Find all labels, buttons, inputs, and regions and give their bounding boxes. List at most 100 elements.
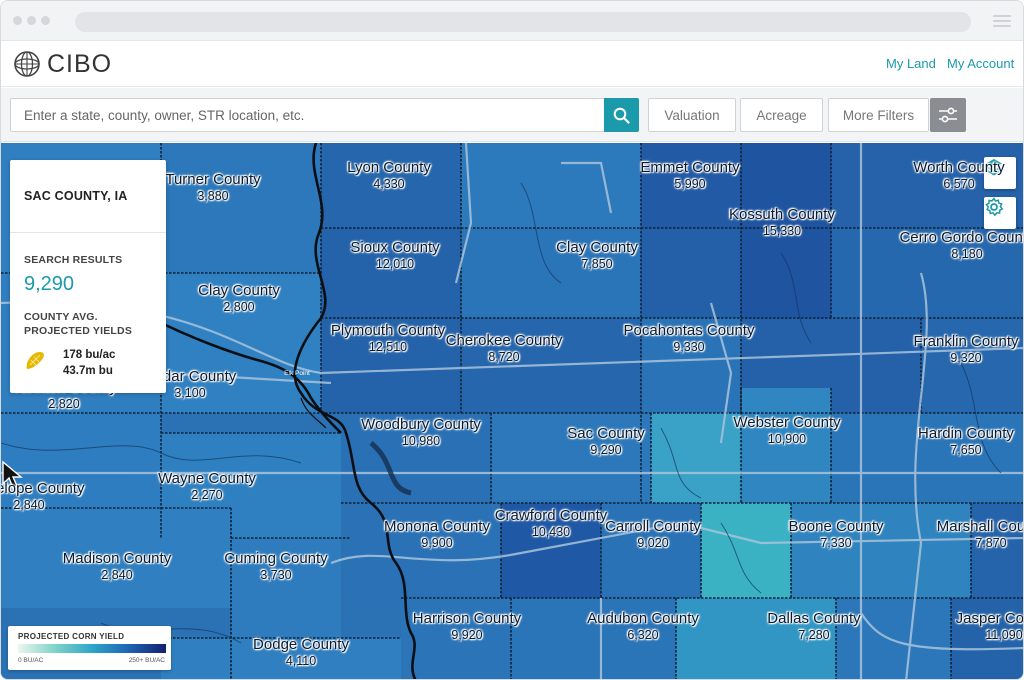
- town-label: Elk Point: [284, 370, 310, 377]
- county-value: 11,090: [985, 627, 1023, 642]
- county-label[interactable]: Lyon County 4,330: [347, 159, 431, 191]
- county-label[interactable]: Carroll County 9,020: [605, 518, 701, 550]
- window-dot-maximize[interactable]: [41, 16, 50, 25]
- county-label[interactable]: Monona County 9,900: [384, 518, 490, 550]
- county-label[interactable]: Clay County 2,800: [198, 282, 280, 314]
- county-label[interactable]: Boone County 7,330: [788, 518, 884, 550]
- county-label[interactable]: Webster County 10,900: [733, 414, 841, 446]
- county-name: Boone County: [788, 518, 884, 535]
- county-label[interactable]: Antelope County2,840: [1, 480, 84, 512]
- county-label[interactable]: Emmet County 5,990: [640, 159, 739, 191]
- county-label[interactable]: Kossuth County 15,330: [729, 206, 835, 238]
- county-label[interactable]: Cuming County 3,730: [224, 550, 328, 582]
- search-input[interactable]: [10, 98, 605, 132]
- county-name: Clay County: [198, 282, 280, 299]
- county-label[interactable]: Dodge County 4,110: [253, 636, 349, 668]
- county-value: 7,650: [950, 442, 982, 457]
- county-value: 8,720: [488, 349, 520, 364]
- county-label[interactable]: Pocahontas County 9,330: [624, 322, 755, 354]
- search-button[interactable]: [604, 98, 639, 132]
- yield-total: 43.7m bu: [63, 365, 113, 378]
- county-label[interactable]: Plymouth County 12,510: [331, 322, 445, 354]
- county-label[interactable]: Worth County 6,570: [913, 159, 1005, 191]
- legend-min-label: 0 BU/AC: [18, 657, 44, 664]
- county-label[interactable]: Hardin County 7,650: [918, 425, 1014, 457]
- address-bar[interactable]: [75, 12, 971, 32]
- county-label[interactable]: Woodbury County 10,980: [361, 416, 481, 448]
- map-legend: PROJECTED CORN YIELD 0 BU/AC 250+ BU/AC: [8, 626, 171, 670]
- county-name: Dodge County: [253, 636, 349, 653]
- county-value: 2,800: [223, 299, 255, 314]
- county-name: Franklin County: [913, 333, 1019, 350]
- legend-max-label: 250+ BU/AC: [128, 657, 165, 664]
- county-value: 2,840: [101, 567, 133, 582]
- county-label[interactable]: Turner County 3,880: [165, 171, 261, 203]
- window-dot-minimize[interactable]: [27, 16, 36, 25]
- panel-divider: [10, 232, 166, 233]
- yield-label-line2: PROJECTED YIELDS: [24, 325, 133, 337]
- county-value: 9,020: [637, 535, 669, 550]
- search-results-count[interactable]: 9,290: [24, 273, 74, 296]
- county-value: 9,900: [421, 535, 453, 550]
- county-region[interactable]: [161, 143, 321, 273]
- county-name: Madison County: [62, 550, 172, 567]
- county-name: Turner County: [165, 171, 261, 188]
- county-label[interactable]: Sioux County 12,010: [350, 239, 440, 271]
- browser-menu-icon[interactable]: [993, 15, 1011, 27]
- acreage-filter-button[interactable]: Acreage: [740, 98, 823, 132]
- county-value: 5,990: [674, 176, 706, 191]
- county-value: 12,510: [368, 339, 408, 354]
- brand-name: CIBO: [47, 49, 113, 78]
- legend-color-ramp: [18, 644, 166, 653]
- county-region[interactable]: [641, 228, 741, 318]
- yield-values: 178 bu/ac 43.7m bu: [63, 347, 115, 379]
- county-label[interactable]: Cerro Gordo County 8,180: [899, 229, 1024, 261]
- county-region[interactable]: [651, 413, 741, 503]
- county-name: Sioux County: [350, 239, 440, 256]
- county-label[interactable]: Audubon County 6,320: [587, 610, 699, 642]
- county-name: Monona County: [384, 518, 490, 535]
- county-label[interactable]: Dallas County 7,280: [767, 610, 861, 642]
- county-name: Worth County: [913, 159, 1005, 176]
- nav-my-account[interactable]: My Account: [947, 56, 1014, 71]
- county-label[interactable]: Franklin County 9,320: [913, 333, 1019, 365]
- county-value: 7,330: [820, 535, 852, 550]
- more-filters-button[interactable]: More Filters: [828, 98, 929, 132]
- county-name: Hardin County: [918, 425, 1014, 442]
- county-value: 10,430: [531, 524, 571, 539]
- filter-settings-button[interactable]: [930, 98, 966, 132]
- selected-county-title: SAC COUNTY, IA: [24, 189, 128, 203]
- county-label[interactable]: Wayne County 2,270: [158, 470, 256, 502]
- county-value: 8,180: [951, 246, 983, 261]
- map-settings-button[interactable]: [984, 197, 1016, 229]
- county-label[interactable]: Sac County 9,290: [567, 425, 645, 457]
- county-label[interactable]: Cherokee County 8,720: [446, 332, 563, 364]
- county-label[interactable]: Harrison County 9,920: [413, 610, 521, 642]
- county-value: 9,290: [590, 442, 622, 457]
- search-results-label: SEARCH RESULTS: [24, 254, 123, 266]
- county-name: Webster County: [733, 414, 841, 431]
- gear-icon: [985, 197, 1004, 217]
- county-name: Cerro Gordo County: [899, 229, 1024, 246]
- county-name: Dallas County: [767, 610, 861, 627]
- window-dot-close[interactable]: [13, 16, 22, 25]
- brand-logo[interactable]: CIBO: [13, 49, 112, 79]
- county-value: 9,330: [673, 339, 705, 354]
- app-header: CIBO My Land My Account: [1, 41, 1023, 87]
- county-region[interactable]: [701, 503, 791, 598]
- county-label[interactable]: Jasper County11,090: [956, 610, 1023, 642]
- valuation-filter-button[interactable]: Valuation: [648, 98, 736, 132]
- county-value: 4,330: [373, 176, 405, 191]
- county-name: Cuming County: [224, 550, 328, 567]
- browser-chrome: [1, 1, 1023, 41]
- county-label[interactable]: Madison County 2,840: [62, 550, 172, 582]
- county-value: 6,320: [627, 627, 659, 642]
- yield-per-acre: 178 bu/ac: [63, 349, 116, 361]
- county-label[interactable]: Marshall County7,870: [937, 518, 1023, 550]
- county-label[interactable]: Clay County 7,850: [556, 239, 638, 271]
- county-name: Crawford County: [494, 507, 608, 524]
- county-region[interactable]: [461, 143, 641, 228]
- county-label[interactable]: Crawford County 10,430: [494, 507, 608, 539]
- nav-my-land[interactable]: My Land: [886, 56, 936, 71]
- county-info-panel: SAC COUNTY, IA SEARCH RESULTS 9,290 COUN…: [10, 160, 166, 393]
